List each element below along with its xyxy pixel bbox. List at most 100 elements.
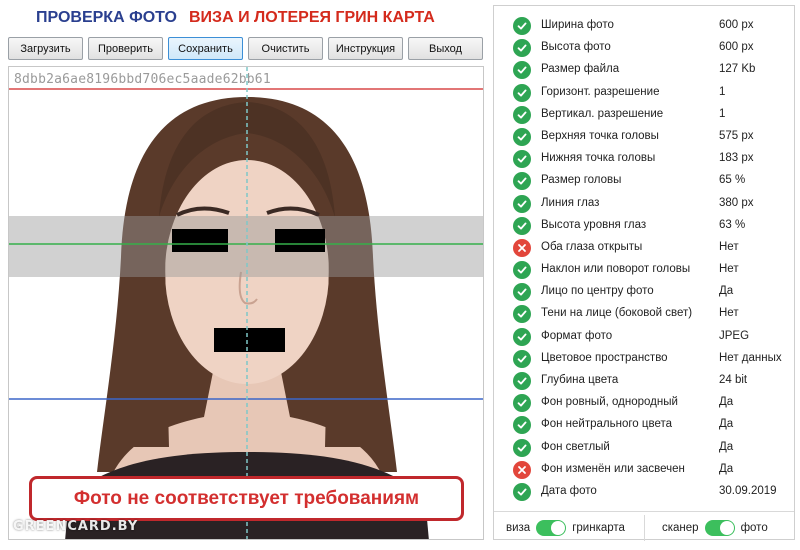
app-title: ПРОВЕРКА ФОТО ВИЗА И ЛОТЕРЕЯ ГРИН КАРТА [36, 9, 435, 27]
check-ok-icon [513, 261, 531, 280]
check-label: Вертикал. разрешение [541, 107, 664, 120]
check-label: Оба глаза открыты [541, 240, 643, 253]
check-ok-icon [513, 61, 531, 80]
source-label-photo: фото [740, 522, 768, 534]
save-button[interactable]: Сохранить [168, 37, 243, 60]
check-label: Глубина цвета [541, 374, 619, 386]
check-row: Лицо по центру фото Да [494, 281, 794, 303]
check-value: 600 px [719, 19, 754, 31]
check-row: Цветовое пространство Нет данных [494, 348, 794, 370]
check-ok-icon [513, 305, 531, 324]
check-row: Вертикал. разрешение 1 [494, 104, 794, 126]
check-ok-icon [513, 194, 531, 213]
check-ok-icon [513, 372, 531, 390]
check-label: Формат фото [541, 329, 613, 342]
visa-greencard-switch[interactable] [536, 520, 567, 536]
check-row: Ширина фото 600 px [494, 15, 794, 37]
check-row: Оба глаза открыты Нет [494, 237, 794, 259]
check-row: Линия глаз 380 px [494, 193, 794, 215]
check-row: Тени на лице (боковой свет) Нет [494, 303, 794, 325]
portrait-photo [9, 67, 483, 539]
check-row: Дата фото 30.09.2019 [494, 481, 794, 503]
check-value: JPEG [719, 329, 750, 342]
title-photo-check: ПРОВЕРКА ФОТО [36, 9, 177, 26]
check-row: Размер головы 65 % [494, 170, 794, 192]
verdict-banner: Фото не соответствует требованиям [29, 476, 464, 521]
panel-divider [494, 511, 794, 512]
check-label: Лицо по центру фото [541, 285, 654, 298]
mode-label-visa: виза [506, 522, 531, 534]
exit-button[interactable]: Выход [408, 37, 483, 60]
mode-toggle: виза гринкарта [506, 519, 625, 537]
check-value: 30.09.2019 [719, 484, 777, 497]
check-value: Да [719, 418, 734, 431]
check-ok-icon [513, 83, 531, 102]
check-value: Нет [719, 263, 739, 276]
clear-button[interactable]: Очистить [248, 37, 323, 60]
instructions-button[interactable]: Инструкция [328, 37, 403, 60]
check-value: 1 [719, 85, 726, 98]
check-value: 1 [719, 107, 726, 120]
check-list: Ширина фото 600 px Высота фото 600 px Размер… [494, 15, 794, 503]
check-fail-icon [513, 460, 531, 479]
check-label: Высота уровня глаз [541, 218, 647, 231]
check-label: Горизонт. разрешение [541, 85, 660, 98]
check-value: 63 % [719, 218, 746, 231]
check-label: Фон нейтрального цвета [541, 418, 673, 431]
check-row: Высота уровня глаз 63 % [494, 215, 794, 237]
check-ok-icon [513, 394, 531, 413]
load-button[interactable]: Загрузить [8, 37, 83, 60]
check-row: Горизонт. разрешение 1 [494, 82, 794, 104]
check-label: Размер файла [541, 63, 620, 76]
check-row: Фон изменён или засвечен Да [494, 459, 794, 481]
check-value: Да [719, 462, 734, 475]
check-label: Ширина фото [541, 19, 614, 31]
check-value: 600 px [719, 41, 754, 54]
check-label: Фон ровный, однородный [541, 396, 678, 409]
check-value: 24 bit [719, 374, 748, 386]
check-row: Размер файла 127 Kb [494, 59, 794, 81]
check-button[interactable]: Проверить [88, 37, 163, 60]
scanner-photo-switch[interactable] [704, 520, 735, 536]
check-row: Верхняя точка головы 575 px [494, 126, 794, 148]
check-ok-icon [513, 438, 531, 457]
title-visa-lottery: ВИЗА И ЛОТЕРЕЯ ГРИН КАРТА [189, 9, 435, 26]
check-ok-icon [513, 349, 531, 368]
check-ok-icon [513, 39, 531, 58]
mode-label-greencard: гринкарта [572, 522, 625, 534]
photo-hash: 8dbb2a6ae8196bbd706ec5aade62bb61 [14, 72, 271, 87]
check-label: Фон светлый [541, 440, 610, 453]
check-ok-icon [513, 482, 531, 501]
check-label: Цветовое пространство [541, 351, 668, 364]
check-label: Тени на лице (боковой свет) [541, 307, 693, 320]
photo-preview: 8dbb2a6ae8196bbd706ec5aade62bb61 Фото не… [8, 66, 484, 540]
check-value: Да [719, 396, 734, 409]
check-row: Фон нейтрального цвета Да [494, 414, 794, 436]
check-ok-icon [513, 283, 531, 302]
check-row: Глубина цвета 24 bit [494, 370, 794, 392]
check-value: Да [719, 440, 734, 453]
check-ok-icon [513, 105, 531, 124]
check-ok-icon [513, 172, 531, 191]
check-label: Верхняя точка головы [541, 129, 659, 142]
check-label: Линия глаз [541, 196, 600, 209]
check-value: Нет данных [719, 351, 782, 364]
check-value: 183 px [719, 152, 754, 165]
check-value: 65 % [719, 174, 746, 187]
check-label: Дата фото [541, 484, 597, 497]
check-value: 575 px [719, 129, 754, 142]
check-value: 380 px [719, 196, 754, 209]
check-row: Фон ровный, однородный Да [494, 392, 794, 414]
check-value: 127 Kb [719, 63, 756, 76]
source-toggle: сканер фото [662, 519, 768, 537]
check-ok-icon [513, 150, 531, 169]
source-label-scanner: сканер [662, 522, 699, 534]
check-row: Формат фото JPEG [494, 326, 794, 348]
check-ok-icon [513, 216, 531, 235]
check-value: Нет [719, 307, 739, 320]
check-fail-icon [513, 238, 531, 257]
check-ok-icon [513, 327, 531, 346]
check-ok-icon [513, 127, 531, 146]
check-row: Наклон или поворот головы Нет [494, 259, 794, 281]
check-row: Фон светлый Да [494, 437, 794, 459]
